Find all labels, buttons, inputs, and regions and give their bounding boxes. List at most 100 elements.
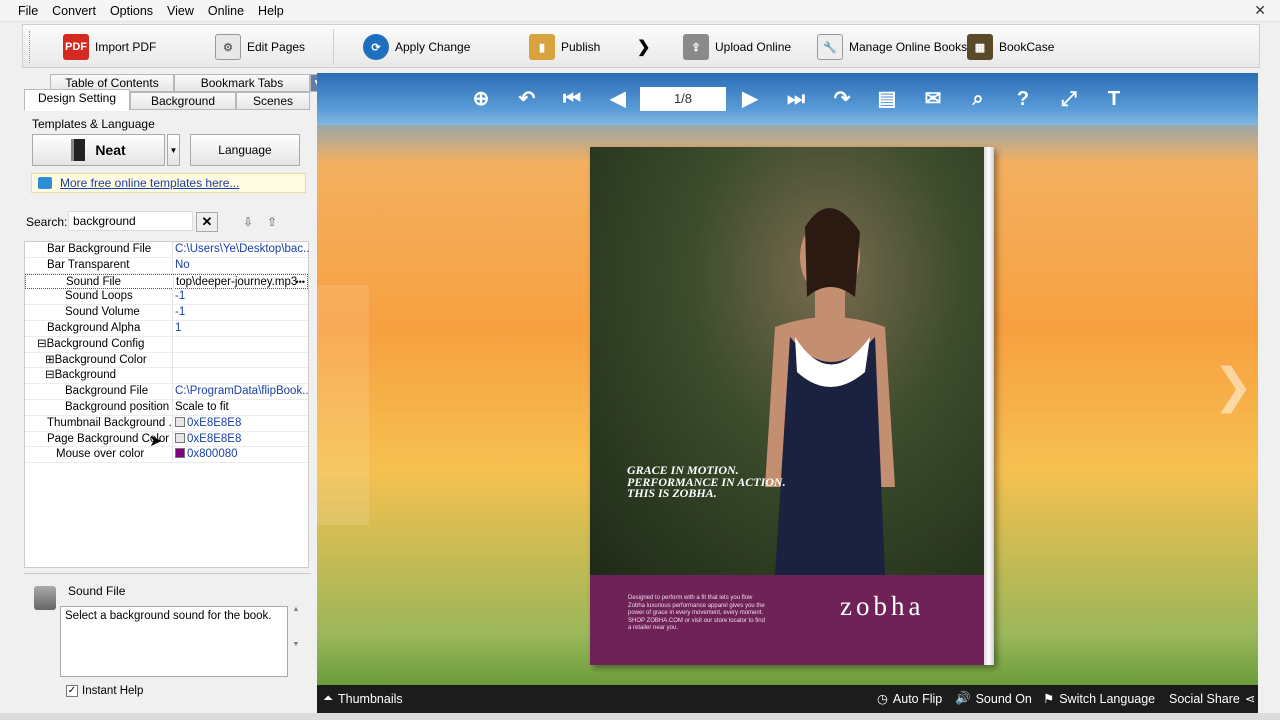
social-share-button[interactable]: Social Share ⋖ bbox=[1169, 691, 1255, 707]
prop-row[interactable]: Sound Volume -1 bbox=[25, 305, 308, 321]
sound-toggle-button[interactable]: 🔊 Sound On bbox=[955, 691, 1032, 706]
upload-online-button[interactable]: ⇪ Upload Online bbox=[683, 31, 791, 63]
switch-language-button[interactable]: ⚑ Switch Language bbox=[1043, 691, 1155, 707]
book-page[interactable]: GRACE IN MOTION. PERFORMANCE IN ACTION. … bbox=[590, 147, 994, 665]
next-page-icon[interactable]: ▶ bbox=[738, 87, 762, 111]
menu-view[interactable]: View bbox=[167, 4, 194, 18]
menu-file[interactable]: File bbox=[18, 4, 38, 18]
ad-copy: Designed to perform with a fit that lets… bbox=[628, 595, 765, 631]
close-icon[interactable]: ✕ bbox=[1254, 2, 1266, 19]
redo-icon[interactable]: ↷ bbox=[830, 87, 854, 111]
last-page-icon[interactable]: ⏭ bbox=[784, 87, 808, 111]
prop-group-row[interactable]: ⊟Background bbox=[25, 368, 308, 385]
prop-row[interactable]: Bar Transparent No bbox=[25, 257, 308, 274]
apply-change-button[interactable]: ⟳ Apply Change bbox=[363, 31, 470, 63]
search-label: Search: bbox=[26, 215, 68, 229]
search-input[interactable]: background bbox=[68, 211, 193, 231]
email-icon[interactable]: ✉ bbox=[921, 87, 945, 111]
help-icon[interactable]: ? bbox=[1011, 87, 1035, 111]
publish-button[interactable]: ▮ Publish bbox=[529, 31, 600, 63]
checkbox-icon[interactable]: ✓ bbox=[66, 685, 78, 697]
prop-row[interactable]: Background File C:\ProgramData\flipBook..… bbox=[25, 384, 309, 400]
tab-bookmark-tabs[interactable]: Bookmark Tabs bbox=[174, 74, 310, 92]
print-icon[interactable]: ▤ bbox=[875, 87, 899, 111]
tab-scenes[interactable]: Scenes bbox=[236, 92, 310, 110]
first-page-icon[interactable]: ⏮ bbox=[560, 87, 584, 111]
templates-language-label: Templates & Language bbox=[32, 117, 155, 131]
left-flip-area[interactable] bbox=[317, 285, 369, 525]
menu-bar: File Convert Options View Online Help bbox=[0, 0, 1280, 22]
prop-row[interactable]: Mouse over color 0x800080 bbox=[25, 447, 308, 464]
page-edge bbox=[984, 147, 994, 665]
instant-help-checkbox[interactable]: ✓ Instant Help bbox=[66, 685, 143, 697]
prop-group-row[interactable]: ⊟Background Config bbox=[25, 336, 308, 353]
collapse-icon[interactable]: ⊟ bbox=[45, 369, 55, 381]
color-swatch bbox=[175, 432, 185, 443]
prev-page-icon[interactable]: ◀ bbox=[606, 87, 630, 111]
color-swatch bbox=[175, 448, 185, 459]
prop-row[interactable]: Bar Background File C:\Users\Ye\Desktop\b… bbox=[25, 242, 309, 258]
mouse-cursor-icon: ➤ bbox=[149, 433, 163, 450]
upload-icon: ⇪ bbox=[683, 34, 709, 60]
collapse-all-icon[interactable]: ⇧ bbox=[263, 213, 281, 231]
template-select-button[interactable]: Neat bbox=[32, 134, 165, 166]
right-flip-arrow-icon[interactable]: ❯ bbox=[1213, 358, 1253, 414]
help-text: Select a background sound for the book. bbox=[60, 606, 288, 677]
clock-icon: ◷ bbox=[877, 692, 888, 706]
more-templates-link[interactable]: More free online templates here... bbox=[31, 173, 306, 193]
prop-row[interactable]: Thumbnail Background ... 0xE8E8E8 bbox=[25, 415, 308, 432]
undo-icon[interactable]: ↶ bbox=[515, 87, 539, 111]
brand-logo: zobha bbox=[840, 591, 925, 621]
flag-icon: ⚑ bbox=[1043, 692, 1055, 706]
prop-row-selected[interactable]: Sound File top\deeper-journey.mp3 ••• bbox=[25, 273, 308, 290]
page-indicator[interactable]: 1/8 bbox=[640, 87, 726, 111]
horizontal-scrollbar[interactable] bbox=[0, 713, 1280, 720]
prop-row[interactable]: Background position Scale to fit bbox=[25, 399, 308, 416]
thumbnails-button[interactable]: ⏶ Thumbnails bbox=[323, 691, 403, 706]
language-button[interactable]: Language bbox=[190, 134, 300, 166]
text-icon[interactable]: T bbox=[1102, 87, 1126, 111]
zoom-in-icon[interactable]: ⊕ bbox=[469, 87, 493, 111]
tab-background[interactable]: Background bbox=[130, 92, 236, 110]
bookcase-button[interactable]: ▦ BookCase bbox=[967, 31, 1054, 63]
cover-photo: GRACE IN MOTION. PERFORMANCE IN ACTION. … bbox=[590, 147, 984, 575]
browse-icon[interactable]: ••• bbox=[296, 275, 305, 290]
search-icon[interactable]: ⌕ bbox=[966, 87, 990, 111]
headline-text: GRACE IN MOTION. PERFORMANCE IN ACTION. … bbox=[627, 463, 786, 500]
refresh-icon: ⟳ bbox=[363, 34, 389, 60]
clear-search-icon[interactable]: ✕ bbox=[196, 212, 218, 232]
prop-row[interactable]: Background Alpha 1 bbox=[25, 320, 308, 337]
toolbar-separator bbox=[333, 29, 334, 65]
speaker-icon: 🔊 bbox=[955, 691, 971, 705]
expand-all-icon[interactable]: ⇩ bbox=[239, 213, 257, 231]
prop-group-row[interactable]: ⊞Background Color bbox=[25, 352, 308, 369]
prop-row[interactable]: Page Background Color 0xE8E8E8 bbox=[25, 431, 308, 448]
fullscreen-icon[interactable]: ⤢ bbox=[1057, 87, 1081, 111]
sound-settings-icon bbox=[34, 586, 56, 610]
menu-help[interactable]: Help bbox=[258, 4, 284, 18]
auto-flip-button[interactable]: ◷ Auto Flip bbox=[877, 691, 942, 707]
toolbar-grip bbox=[29, 31, 31, 63]
import-pdf-button[interactable]: PDF Import PDF bbox=[63, 31, 156, 63]
main-toolbar: PDF Import PDF ⚙ Edit Pages ⟳ Apply Chan… bbox=[22, 24, 1260, 68]
manage-online-books-button[interactable]: 🔧 Manage Online Books bbox=[817, 31, 967, 63]
arrow-up-icon: ⏶ bbox=[323, 691, 334, 705]
tab-design-setting[interactable]: Design Setting bbox=[24, 89, 130, 111]
prop-row[interactable]: Sound Loops -1 bbox=[25, 289, 308, 306]
collapse-icon[interactable]: ⊟ bbox=[37, 338, 47, 350]
book-icon bbox=[71, 139, 86, 161]
menu-options[interactable]: Options bbox=[110, 4, 153, 18]
help-scrollbar[interactable]: ▲ ▼ bbox=[290, 606, 302, 677]
template-dropdown-icon[interactable]: ▼ bbox=[167, 134, 180, 166]
menu-online[interactable]: Online bbox=[208, 4, 244, 18]
help-panel: Sound File Select a background sound for… bbox=[24, 573, 311, 703]
ad-band: Designed to perform with a fit that lets… bbox=[590, 575, 984, 665]
expand-icon[interactable]: ⊞ bbox=[45, 354, 55, 366]
toolbar-more-icon[interactable]: ❯ bbox=[637, 31, 650, 63]
edit-pages-button[interactable]: ⚙ Edit Pages bbox=[215, 31, 305, 63]
menu-convert[interactable]: Convert bbox=[52, 4, 96, 18]
tab-row-bottom: Design Setting Background Scenes bbox=[24, 89, 310, 111]
model-figure bbox=[765, 208, 895, 575]
bookcase-icon: ▦ bbox=[967, 34, 993, 60]
color-swatch bbox=[175, 416, 185, 427]
